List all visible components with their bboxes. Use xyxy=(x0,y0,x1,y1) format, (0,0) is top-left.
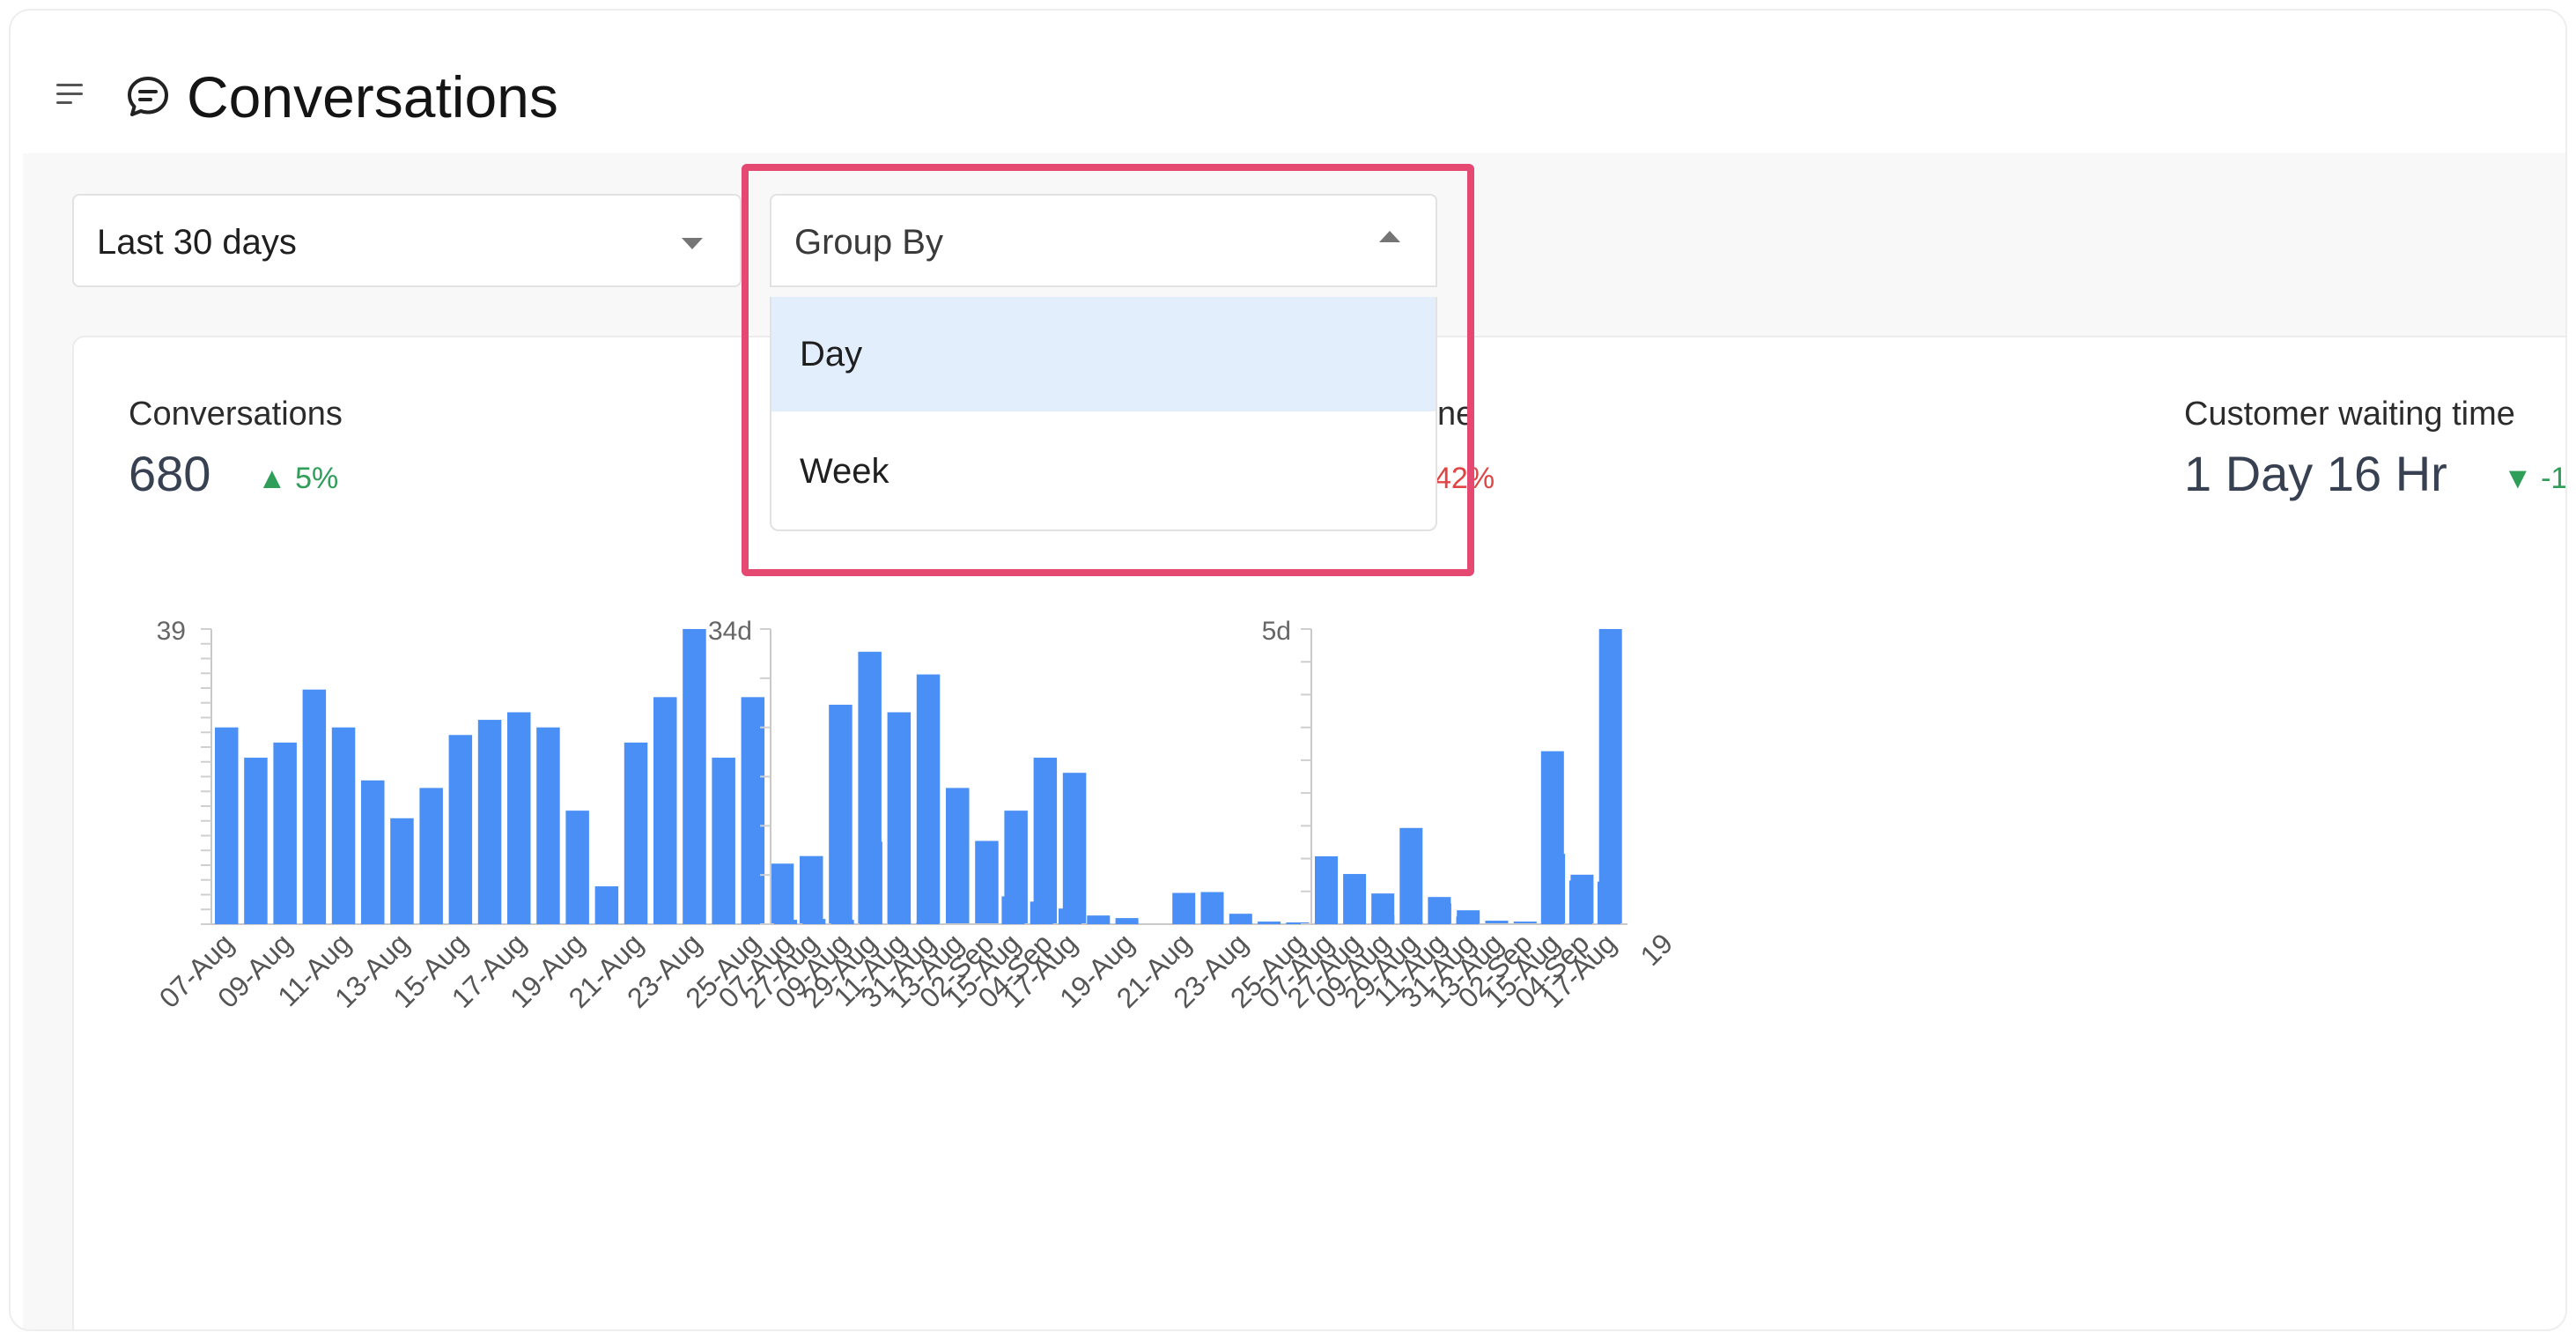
chart-0-bar xyxy=(1062,773,1087,924)
chart-0-bar xyxy=(741,697,765,924)
chart-2-x-tick-label: 19 xyxy=(1635,927,1679,972)
option-label: Week xyxy=(800,452,889,491)
chart-1-bar xyxy=(802,919,826,924)
group-by-placeholder: Group By xyxy=(794,223,943,262)
chart-1-bar xyxy=(1001,896,1025,924)
group-by-option-day[interactable]: Day xyxy=(771,297,1436,411)
chart-0-bar xyxy=(916,674,941,924)
group-by-select[interactable]: Group By xyxy=(770,194,1437,287)
chart-1-bar xyxy=(774,920,797,924)
chart-1-y-top-label: 34d xyxy=(708,617,752,646)
chart-0-bar xyxy=(653,697,677,924)
chart-0-bar xyxy=(273,742,297,924)
chart-0-bar xyxy=(244,758,268,924)
date-range-value: Last 30 days xyxy=(97,223,297,262)
chart-2-bar xyxy=(1598,881,1620,924)
top-bar: Conversations xyxy=(11,11,2565,153)
chart-0-bar xyxy=(448,735,473,924)
chart-0-bar xyxy=(712,758,735,924)
chat-bubble-icon xyxy=(128,77,168,116)
chart-1-bar xyxy=(1115,918,1139,924)
chart-1-bar xyxy=(1030,901,1053,924)
chevron-up-icon xyxy=(1379,231,1400,242)
hamburger-menu-icon[interactable] xyxy=(56,84,83,105)
chart-0-bar xyxy=(361,780,385,924)
chart-0-bar xyxy=(946,788,970,924)
chart-2-bar xyxy=(1399,827,1423,924)
chart-0-bar xyxy=(215,727,239,924)
group-by-option-week[interactable]: Week xyxy=(771,414,1436,529)
chart-2-bar xyxy=(1456,916,1480,924)
chart-2-bar xyxy=(1540,751,1564,924)
chart-0-bar xyxy=(419,788,443,924)
chart-1-bar xyxy=(1172,892,1196,924)
chart-1-bar xyxy=(830,920,854,924)
date-range-select[interactable]: Last 30 days xyxy=(72,194,742,287)
chart-1-bar xyxy=(916,922,940,924)
chart-1-bar xyxy=(1598,629,1622,924)
chart-0-bar xyxy=(594,886,619,924)
chart-0-bar xyxy=(624,742,648,924)
chart-0-bar xyxy=(390,818,414,924)
chart-0-bar xyxy=(683,629,706,924)
chart-0-bar xyxy=(477,720,502,924)
chart-0-bar xyxy=(536,727,560,924)
chart-0-bar xyxy=(829,704,853,924)
chart-1-bar xyxy=(1200,892,1224,924)
chart-2-bar xyxy=(1315,855,1338,924)
option-label: Day xyxy=(800,335,863,374)
chart-2-bar xyxy=(1428,897,1451,924)
chart-0-bar xyxy=(800,855,823,924)
chart-0-bar xyxy=(1033,758,1058,924)
chart-0-bar xyxy=(887,712,912,924)
chart-0-bar xyxy=(331,727,356,924)
chart-1-bar xyxy=(1258,922,1281,924)
chart-0-bar xyxy=(507,712,531,924)
page-title: Conversations xyxy=(187,64,558,130)
chart-0-bar xyxy=(565,811,589,924)
chart-0-bar xyxy=(975,840,999,924)
chart-0-bar xyxy=(302,689,327,924)
chevron-down-icon xyxy=(682,238,703,249)
chart-2-bar xyxy=(1568,880,1592,924)
chart-0-y-top-label: 39 xyxy=(157,617,186,646)
chart-1-bar xyxy=(859,841,882,924)
app-window: Conversations Last 30 days Group By Conv… xyxy=(9,9,2567,1331)
chart-1-bar xyxy=(1229,914,1252,924)
chart-1-bar xyxy=(1087,915,1111,924)
chart-1-bar xyxy=(1059,908,1081,924)
chart-0-bar xyxy=(770,863,794,924)
group-by-menu: Day Week xyxy=(770,297,1437,531)
chart-2-bar xyxy=(1371,893,1395,924)
chart-2-y-top-label: 5d xyxy=(1262,617,1291,646)
chart-2-bar xyxy=(1343,874,1367,924)
chart-1-bar xyxy=(888,920,912,924)
